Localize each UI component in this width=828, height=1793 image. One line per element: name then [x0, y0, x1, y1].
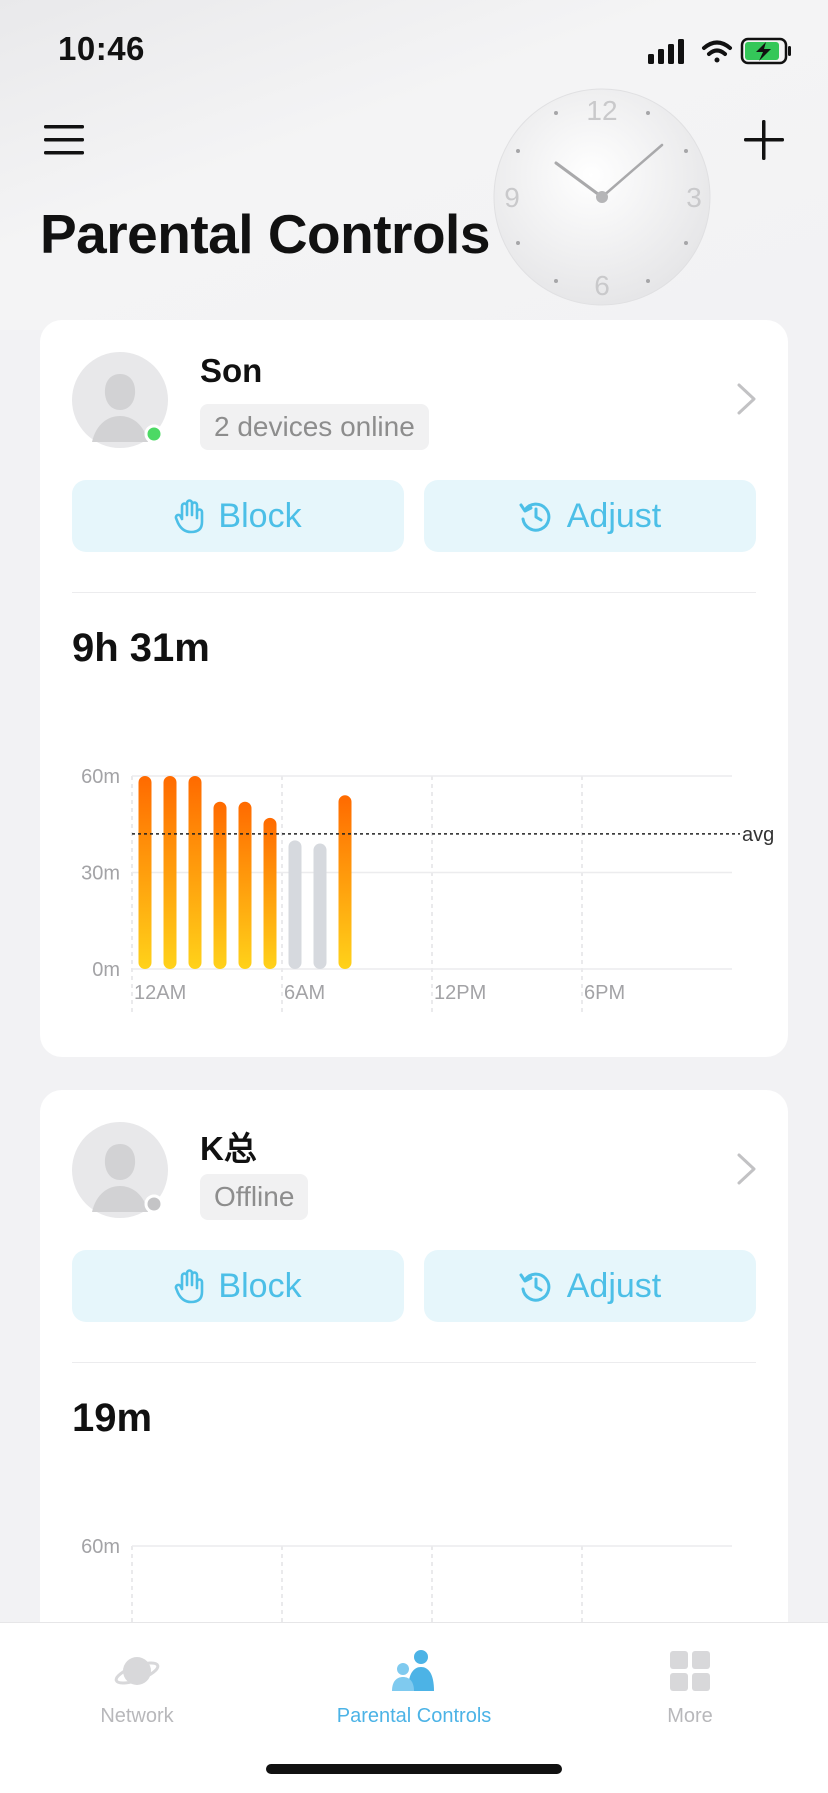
chevron-right-icon[interactable]: [736, 382, 758, 416]
profile-name: K总: [200, 1130, 257, 1167]
wifi-icon: [702, 40, 732, 63]
usage-bar: [338, 795, 352, 969]
y-tick-label: 30m: [81, 863, 120, 885]
tab-network-label: Network: [100, 1705, 174, 1727]
profile-name: Son: [200, 352, 263, 389]
clock-reset-icon: [519, 1272, 551, 1302]
grid-icon: [670, 1651, 710, 1691]
home-indicator: [266, 1764, 562, 1774]
tab-parental-controls-label: Parental Controls: [336, 1705, 492, 1727]
svg-text:9: 9: [504, 182, 520, 213]
block-button-label: Block: [218, 1266, 302, 1305]
usage-bar: [213, 801, 227, 969]
y-tick-label: 60m: [81, 766, 120, 788]
x-tick-label: 12PM: [434, 982, 486, 1004]
signal-icon: [648, 39, 684, 64]
adjust-button-label: Adjust: [566, 496, 662, 535]
menu-icon[interactable]: [42, 120, 88, 160]
usage-bar: [288, 840, 302, 969]
clock-illustration: 12 3 6 9: [493, 88, 711, 306]
hand-icon: [175, 1269, 204, 1304]
adjust-button[interactable]: Adjust: [424, 1250, 756, 1322]
chevron-right-icon[interactable]: [736, 1152, 758, 1186]
tab-more-label: More: [667, 1705, 713, 1727]
block-button[interactable]: Block: [72, 1250, 404, 1322]
adjust-button[interactable]: Adjust: [424, 480, 756, 552]
divider: [72, 1362, 756, 1363]
y-tick-label: 60m: [81, 1536, 120, 1558]
battery-icon: [740, 37, 791, 65]
usage-bar: [263, 817, 277, 969]
svg-text:6: 6: [594, 270, 610, 301]
device-status-badge: 2 devices online: [200, 404, 429, 450]
x-tick-label: 6AM: [284, 982, 325, 1004]
x-tick-label: 6PM: [584, 982, 625, 1004]
usage-bar: [188, 776, 202, 969]
device-status-badge: Offline: [200, 1174, 309, 1220]
usage-total: 19m: [72, 1396, 153, 1440]
svg-text:3: 3: [686, 182, 702, 213]
tab-more[interactable]: More: [590, 1647, 790, 1728]
avatar: [72, 352, 168, 448]
hand-icon: [175, 499, 204, 534]
usage-bar-chart: 60m 30m 0m 12AM 6AM 12PM 6PM avg: [81, 766, 774, 1015]
page-title: Parental Controls: [40, 203, 490, 265]
usage-total: 9h 31m: [72, 626, 210, 670]
tab-network[interactable]: Network: [37, 1647, 237, 1728]
y-tick-label: 0m: [92, 959, 120, 981]
tab-parental-controls[interactable]: Parental Controls: [314, 1647, 514, 1728]
divider: [72, 592, 756, 593]
average-label: avg: [742, 824, 774, 846]
adjust-button-label: Adjust: [566, 1266, 662, 1305]
usage-bar: [163, 776, 177, 969]
x-tick-label: 12AM: [134, 982, 186, 1004]
planet-icon: [114, 1657, 160, 1685]
offline-indicator: [144, 1194, 164, 1214]
svg-text:12: 12: [586, 95, 617, 126]
usage-bar: [138, 776, 152, 969]
avatar: [72, 1122, 168, 1218]
add-icon[interactable]: [742, 118, 786, 162]
status-icons: [648, 37, 791, 65]
block-button[interactable]: Block: [72, 480, 404, 552]
status-time: 10:46: [58, 30, 145, 67]
online-indicator: [144, 424, 164, 444]
clock-reset-icon: [519, 502, 551, 532]
block-button-label: Block: [218, 496, 302, 535]
profile-card[interactable]: K总 Offline Block Adjust 19m 60m: [40, 1090, 788, 1660]
family-icon: [392, 1650, 434, 1691]
usage-bar: [313, 843, 327, 969]
usage-bar: [238, 801, 252, 969]
profile-card[interactable]: Son 2 devices online Block Adjust 9h 31m…: [40, 320, 788, 1057]
